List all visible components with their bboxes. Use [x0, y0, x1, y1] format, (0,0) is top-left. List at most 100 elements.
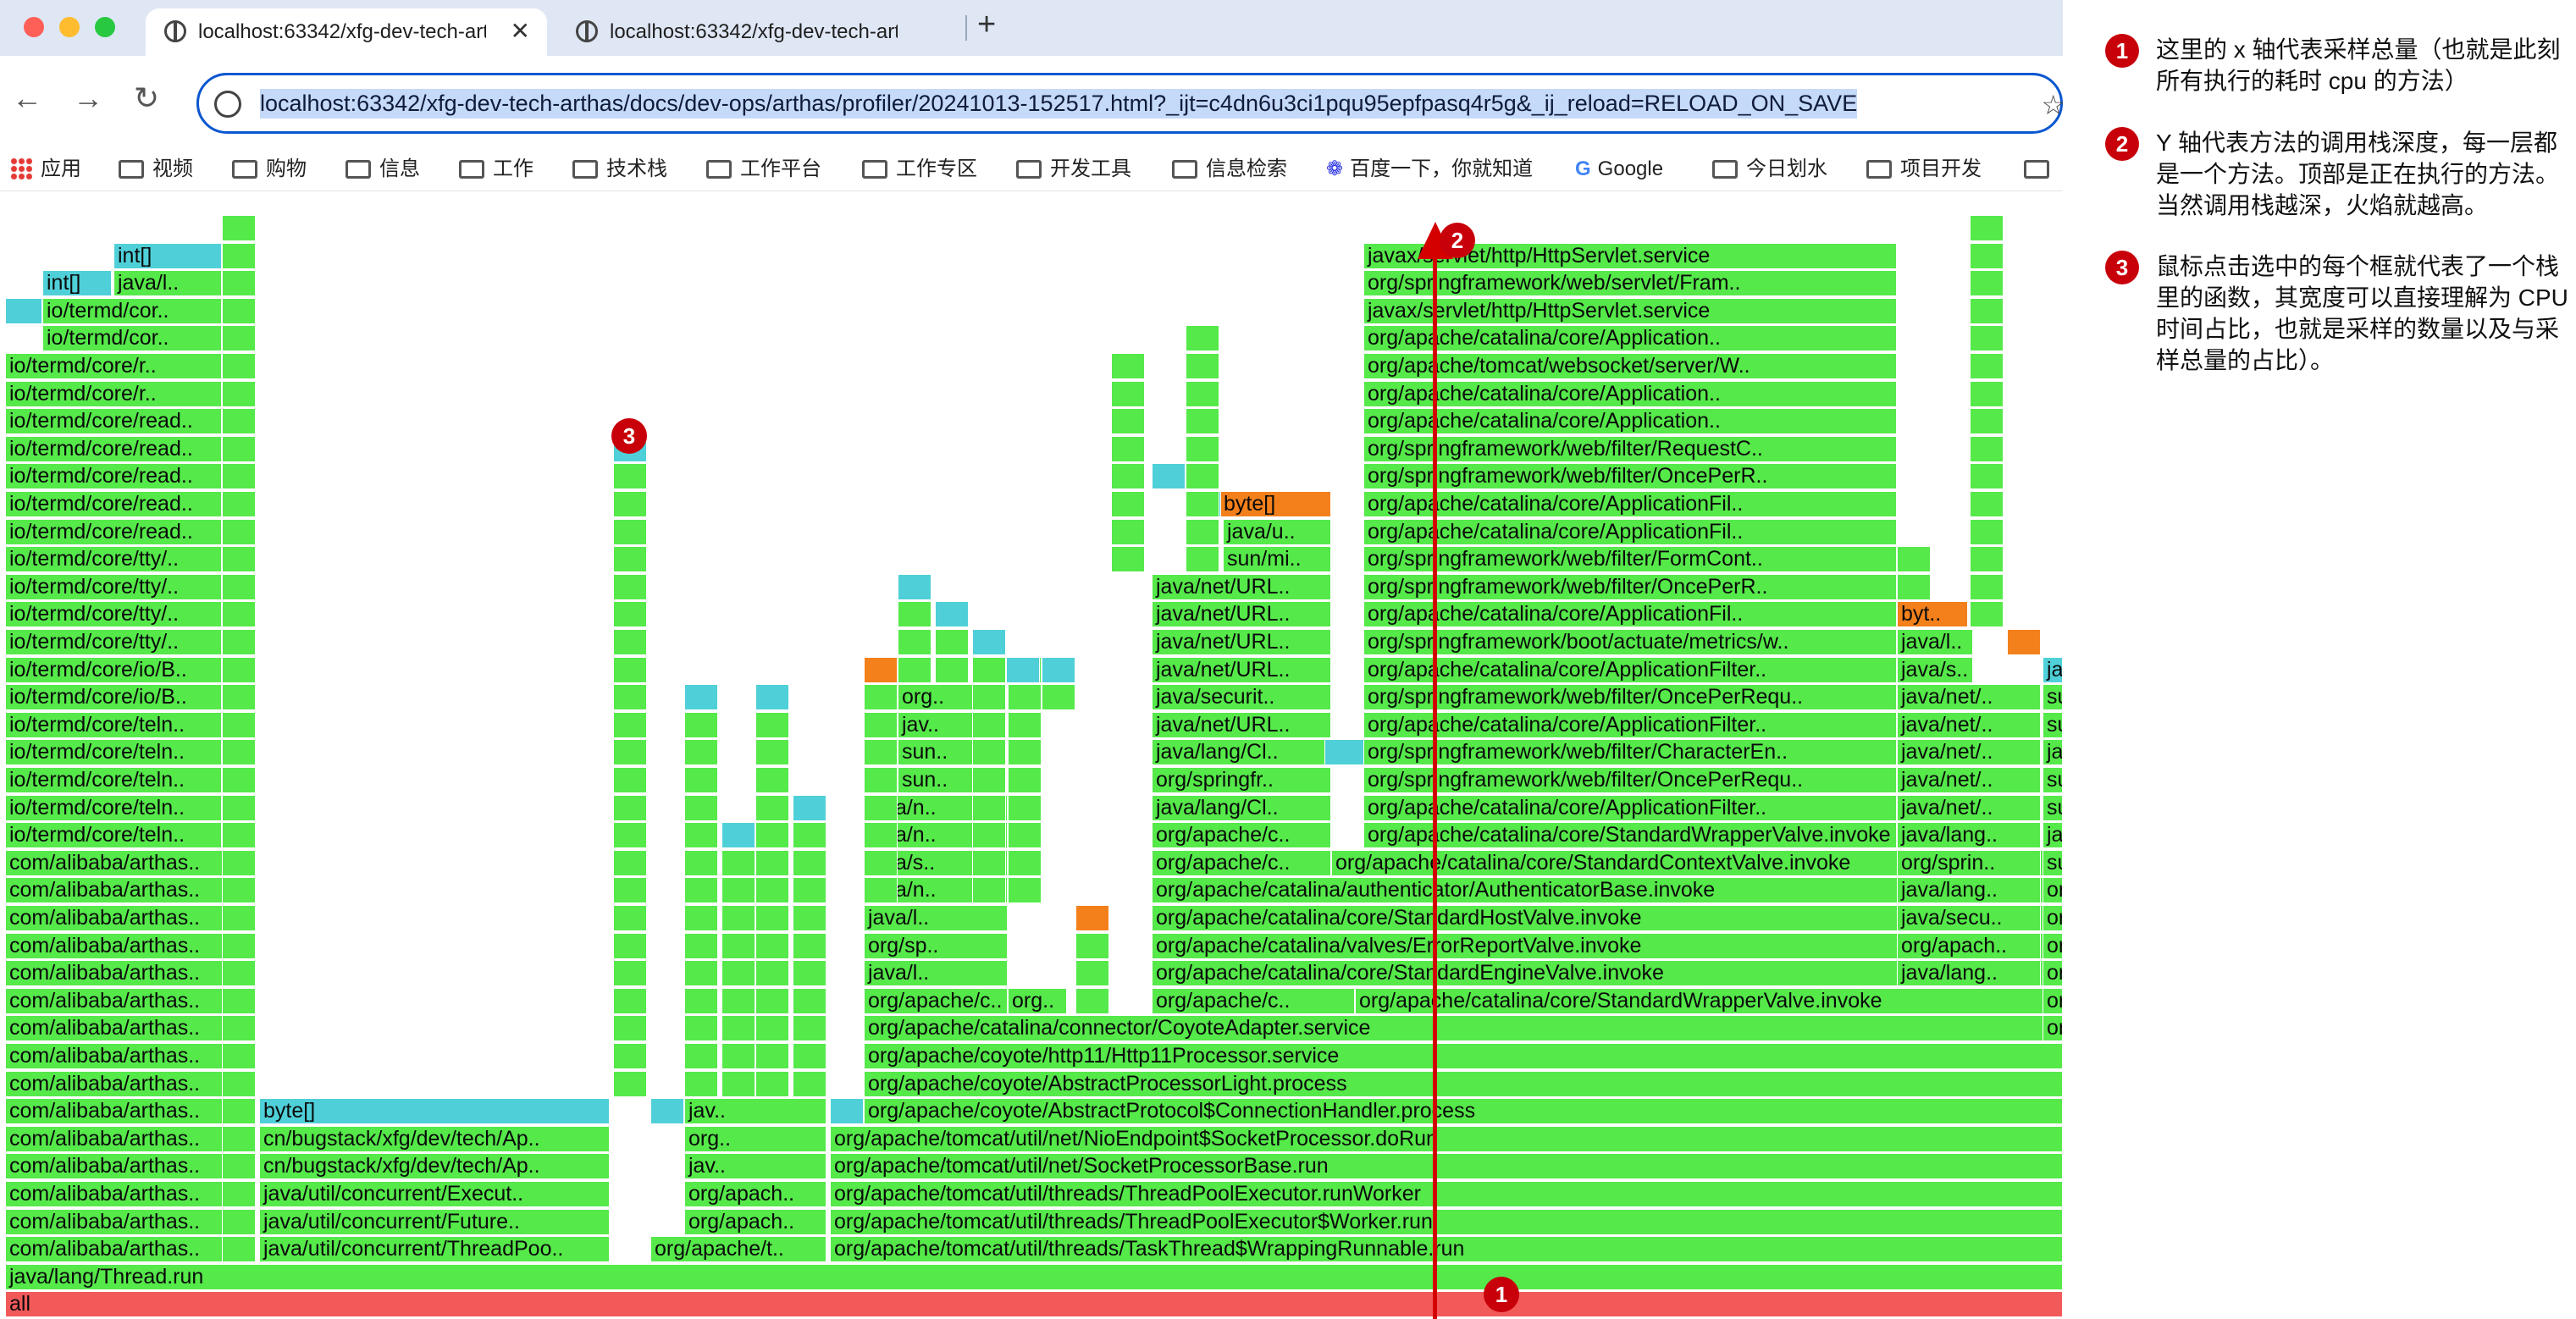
flame-frame[interactable] [755, 1070, 789, 1097]
flame-frame[interactable] [864, 767, 898, 793]
flame-frame[interactable] [613, 932, 647, 959]
flame-frame[interactable]: java/net/URL.. [1152, 656, 1331, 683]
flame-frame[interactable] [222, 877, 256, 904]
bookmark-folder[interactable]: 技术栈 [572, 151, 667, 188]
flame-frame[interactable]: io/termd/core/r.. [5, 353, 222, 379]
close-window-button[interactable] [24, 17, 44, 37]
flame-frame[interactable] [222, 435, 256, 462]
flame-frame[interactable]: com/alibaba/arthas.. [5, 932, 256, 959]
flame-frame[interactable]: io/termd/core/r.. [5, 380, 222, 407]
flame-frame[interactable] [222, 1236, 256, 1263]
flame-frame[interactable] [222, 408, 256, 435]
flame-frame[interactable]: su [2043, 794, 2063, 821]
flame-frame[interactable] [1008, 877, 1042, 904]
flame-frame[interactable]: org/apache/catalina/core/Application.. [1363, 408, 1897, 435]
flame-frame[interactable]: io/termd/cor.. [42, 297, 222, 324]
flame-frame[interactable] [684, 739, 718, 766]
flame-frame[interactable]: io/termd/core/teln.. [5, 739, 222, 766]
flame-frame[interactable] [222, 1181, 256, 1207]
flame-frame[interactable]: io/termd/core/tty/.. [5, 573, 222, 600]
flame-frame[interactable]: ja [2043, 739, 2063, 766]
flame-frame[interactable] [222, 518, 256, 545]
bookmark-folder[interactable]: 工作 [459, 151, 533, 188]
flame-frame[interactable] [613, 463, 647, 490]
flame-frame[interactable]: java/lang/Cl.. [1152, 739, 1331, 766]
flame-frame[interactable] [793, 794, 826, 821]
flame-frame[interactable] [1186, 435, 1219, 462]
flame-frame[interactable]: org/springframework/web/filter/OncePerR.… [1363, 573, 1897, 600]
flame-frame[interactable] [935, 629, 969, 655]
flame-frame[interactable]: org/apache/catalina/core/ApplicationFil.… [1363, 601, 1897, 628]
flame-frame[interactable] [684, 767, 718, 793]
flame-frame[interactable] [222, 684, 256, 711]
bookmark-google[interactable]: G Google [1575, 151, 1663, 188]
flame-frame[interactable] [222, 215, 256, 241]
flame-frame[interactable] [755, 1015, 789, 1042]
flame-frame[interactable] [1042, 656, 1075, 683]
flame-frame[interactable] [613, 629, 647, 655]
flame-frame[interactable] [830, 1098, 864, 1125]
flame-frame[interactable] [684, 684, 718, 711]
flame-frame[interactable]: org/apache/catalina/core/ApplicationFilt… [1363, 711, 1897, 738]
flame-frame[interactable]: org/apache/tomcat/util/net/NioEndpoint$S… [830, 1125, 2063, 1152]
flame-frame[interactable] [1008, 849, 1042, 876]
flame-frame[interactable]: org/springframework/web/filter/OncePerRe… [1363, 767, 1897, 793]
flame-frame[interactable] [1006, 656, 1040, 683]
flame-frame[interactable]: org/springframework/boot/actuate/metrics… [1363, 629, 1897, 655]
flame-frame[interactable]: org/apache/catalina/core/ApplicationFil.… [1363, 518, 1897, 545]
flame-frame[interactable] [613, 711, 647, 738]
flame-frame[interactable] [1970, 408, 2004, 435]
flame-frame[interactable] [684, 1043, 718, 1069]
flame-frame[interactable] [613, 739, 647, 766]
flame-frame[interactable] [755, 794, 789, 821]
bookmark-baidu[interactable]: ❁ 百度一下，你就知道 [1326, 151, 1533, 188]
flame-frame[interactable] [793, 1070, 826, 1097]
flame-frame[interactable]: com/alibaba/arthas.. [5, 960, 256, 987]
flame-frame[interactable] [1186, 325, 1219, 352]
flame-frame[interactable] [972, 822, 1006, 849]
bookmark-folder[interactable]: 开发工具 [1016, 151, 1131, 188]
flame-frame[interactable] [1970, 380, 2004, 407]
flame-frame[interactable] [721, 987, 755, 1014]
flame-frame[interactable] [613, 601, 647, 628]
flame-frame[interactable]: io/termd/core/read.. [5, 408, 222, 435]
flame-frame[interactable]: java/util/concurrent/Future.. [259, 1208, 610, 1235]
flame-frame[interactable] [222, 960, 256, 987]
bookmark-folder[interactable]: 购物 [232, 151, 307, 188]
flame-frame[interactable] [1008, 767, 1042, 793]
flame-frame[interactable] [613, 877, 647, 904]
flame-frame[interactable]: org/apache/catalina/core/ApplicationFilt… [1363, 794, 1897, 821]
flame-frame[interactable]: su [2043, 711, 2063, 738]
flame-frame[interactable]: int[] [113, 242, 222, 269]
flame-frame[interactable]: cn/bugstack/xfg/dev/tech/Ap.. [259, 1125, 610, 1152]
flame-frame[interactable] [613, 822, 647, 849]
flame-frame[interactable]: byt.. [1897, 601, 1968, 628]
flame-frame[interactable]: org/apache/tomcat/util/threads/ThreadPoo… [830, 1208, 2063, 1235]
flame-frame[interactable] [1970, 491, 2004, 517]
flame-frame[interactable]: org/springfr.. [1152, 767, 1331, 793]
flame-frame[interactable] [650, 1098, 684, 1125]
flame-frame[interactable]: org/apache/catalina/connector/CoyoteAdap… [864, 1015, 2063, 1042]
bookmark-folder[interactable] [2024, 151, 2058, 188]
flame-frame[interactable]: java/net/.. [1897, 711, 2041, 738]
flame-frame[interactable] [1186, 408, 1219, 435]
flame-frame[interactable] [222, 353, 256, 379]
bookmark-folder[interactable]: 今日划水 [1712, 151, 1827, 188]
flame-frame[interactable] [222, 987, 256, 1014]
flame-frame[interactable]: su [2043, 684, 2063, 711]
flame-frame[interactable] [972, 877, 1006, 904]
flame-frame[interactable] [1075, 960, 1109, 987]
flame-frame[interactable] [864, 849, 898, 876]
flame-frame[interactable]: io/termd/core/tty/.. [5, 546, 222, 573]
flame-frame[interactable] [1111, 518, 1145, 545]
flame-frame[interactable] [684, 1070, 718, 1097]
flame-frame[interactable]: sun/mi.. [1223, 546, 1331, 573]
flame-frame[interactable] [222, 794, 256, 821]
flame-frame[interactable]: or [2043, 877, 2063, 904]
flame-frame[interactable]: or [2043, 987, 2063, 1014]
flame-frame[interactable] [721, 1070, 755, 1097]
flame-frame[interactable] [793, 849, 826, 876]
flame-frame[interactable] [222, 242, 256, 269]
flame-frame[interactable] [222, 905, 256, 931]
flame-frame[interactable] [1186, 518, 1219, 545]
